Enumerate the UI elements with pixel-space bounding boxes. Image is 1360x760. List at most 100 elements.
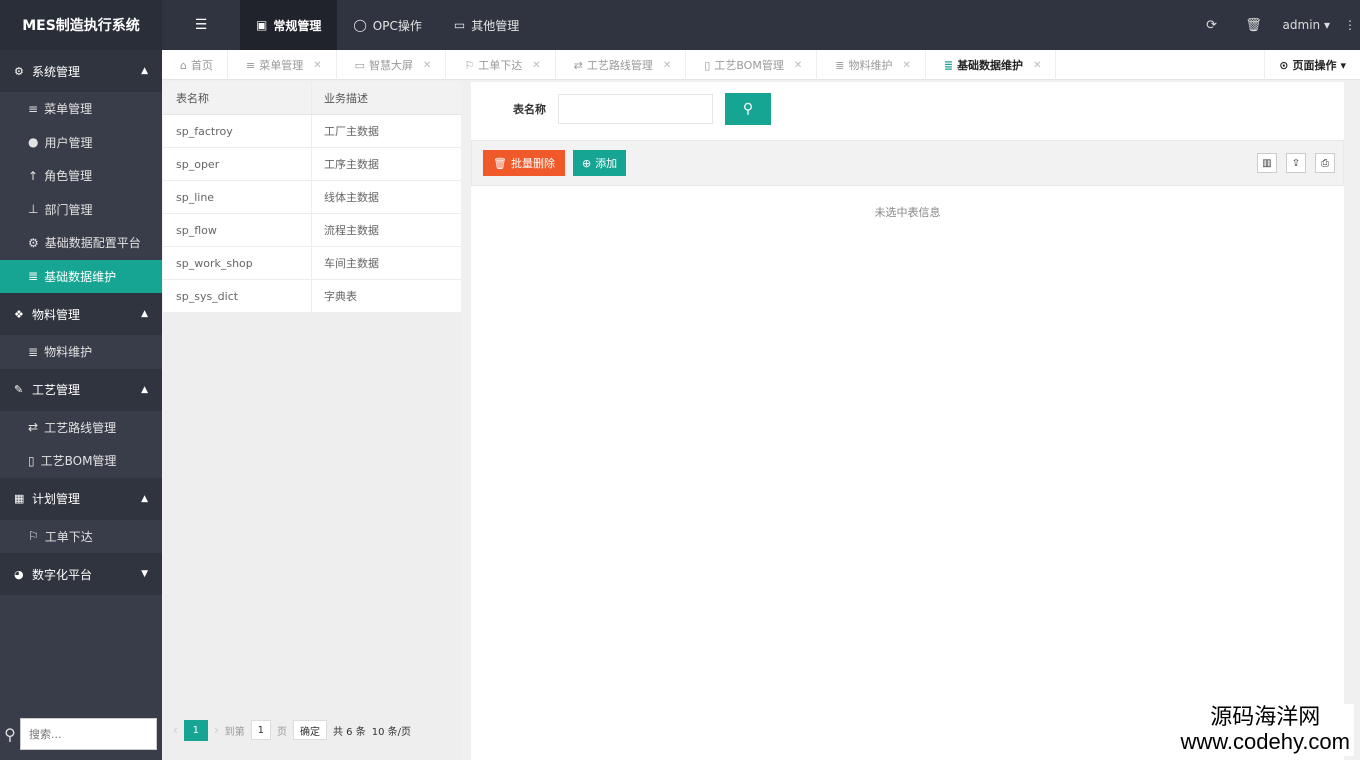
sidebar-search-input[interactable]: [20, 718, 157, 750]
topnav-opc[interactable]: ◯ OPC操作: [337, 0, 438, 50]
sidebar-group-system[interactable]: ⚙ 系统管理 ▲: [0, 50, 162, 92]
pie-chart-icon: ◕: [14, 567, 24, 581]
page-size-select[interactable]: 10 条/页: [372, 723, 411, 738]
pagination: ‹ 1 › 到第 1 页 确定 共 6 条 10 条/页: [163, 718, 461, 742]
menu-toggle-icon[interactable]: ☰: [162, 0, 240, 50]
tab-process-route[interactable]: ⇄ 工艺路线管理 ✕: [556, 50, 687, 80]
circle-icon: ◯: [353, 18, 367, 32]
tab-work-order[interactable]: ⚐ 工单下达 ✕: [446, 50, 556, 80]
tab-base-data[interactable]: ≣ 基础数据维护 ✕: [926, 50, 1057, 80]
more-vertical-icon[interactable]: ⋮: [1340, 18, 1360, 32]
watermark: 源码海洋网 www.codehy.com: [1176, 703, 1354, 756]
sidebar-item-menu[interactable]: ≡ 菜单管理: [0, 92, 162, 126]
close-icon[interactable]: ✕: [663, 60, 671, 71]
sidebar-group-material[interactable]: ❖ 物料管理 ▲: [0, 293, 162, 335]
cell-table-name: sp_line: [163, 181, 312, 213]
close-icon[interactable]: ✕: [794, 60, 802, 71]
group-label: 计划管理: [32, 492, 81, 506]
sidebar-item-label: 角色管理: [44, 169, 93, 184]
current-page[interactable]: 1: [183, 719, 208, 741]
database-icon: ≣: [835, 58, 845, 72]
goto-confirm-button[interactable]: 确定: [293, 720, 327, 740]
tab-home[interactable]: ⌂ 首页: [162, 50, 228, 80]
table-row[interactable]: sp_line 线体主数据: [163, 181, 461, 214]
tab-menu-management[interactable]: ≡ 菜单管理 ✕: [228, 50, 337, 80]
sidebar-item-process-bom[interactable]: ▯ 工艺BOM管理: [0, 444, 162, 478]
cell-table-name: sp_oper: [163, 148, 312, 180]
cell-description: 车间主数据: [324, 257, 379, 270]
table-row[interactable]: sp_oper 工序主数据: [163, 148, 461, 181]
goto-page-input[interactable]: 1: [250, 720, 271, 740]
flag-icon: ⚐: [464, 58, 475, 72]
plus-circle-icon: ⊕: [581, 156, 592, 170]
sidebar-item-base-config[interactable]: ⚙ 基础数据配置平台: [0, 226, 162, 260]
table-row[interactable]: sp_work_shop 车间主数据: [163, 247, 461, 280]
search-icon: ⚲: [4, 724, 16, 744]
refresh-icon[interactable]: ⟳: [1191, 18, 1233, 33]
sidebar: ⚙ 系统管理 ▲ ≡ 菜单管理 ● 用户管理 ↑ 角色管理 ⊥ 部门管理 ⚙ 基础数据配置…: [0, 50, 162, 760]
list-icon: ≡: [245, 58, 256, 72]
table-name-input[interactable]: [558, 94, 713, 124]
user-menu[interactable]: admin ▾: [1275, 18, 1340, 32]
close-icon[interactable]: ✕: [313, 60, 321, 71]
trash-icon[interactable]: 🗑: [1233, 18, 1275, 33]
search-icon: ⚲: [742, 101, 754, 117]
sidebar-item-material-maintain[interactable]: ≣ 物料维护: [0, 335, 162, 369]
sidebar-group-process[interactable]: ✎ 工艺管理 ▲: [0, 368, 162, 411]
close-icon[interactable]: ✕: [423, 60, 431, 71]
user-icon: ●: [28, 135, 39, 150]
topnav-other-management[interactable]: ▭ 其他管理: [438, 0, 535, 50]
table-toolbar: 🗑 批量删除 ⊕ 添加 ▥ ⇪ ⎙: [471, 140, 1344, 186]
prev-page-icon[interactable]: ‹: [173, 723, 178, 737]
sidebar-item-departments[interactable]: ⊥ 部门管理: [0, 193, 162, 227]
sidebar-search: ⚲: [0, 718, 162, 750]
home-icon: ⌂: [180, 58, 187, 72]
table-row[interactable]: sp_flow 流程主数据: [163, 214, 461, 247]
close-icon[interactable]: ✕: [1033, 60, 1041, 71]
list-icon: ≡: [28, 101, 39, 116]
sidebar-item-label: 部门管理: [44, 202, 93, 217]
file-icon: ▯: [704, 58, 711, 72]
sidebar-group-plan[interactable]: ▦ 计划管理 ▲: [0, 477, 162, 520]
document-icon: ▣: [256, 18, 268, 32]
tab-smart-screen[interactable]: ▭ 智慧大屏 ✕: [337, 50, 447, 80]
sidebar-item-users[interactable]: ● 用户管理: [0, 126, 162, 160]
add-button[interactable]: ⊕ 添加: [572, 150, 627, 176]
tabs-bar: ⌂ 首页 ≡ 菜单管理 ✕ ▭ 智慧大屏 ✕ ⚐ 工单下达 ✕ ⇄ 工艺路线管理 ✕ ▯ 工艺BOM…: [162, 50, 1360, 80]
export-icon[interactable]: ⇪: [1286, 153, 1306, 173]
total-count: 共 6 条: [333, 726, 366, 738]
sidebar-group-digital[interactable]: ◕ 数字化平台 ▼: [0, 553, 162, 595]
sidebar-item-label: 工艺BOM管理: [40, 454, 117, 469]
print-icon[interactable]: ⎙: [1315, 153, 1335, 173]
page-operations-dropdown[interactable]: ⊙ 页面操作 ▾: [1264, 50, 1360, 80]
tab-label: 工单下达: [478, 59, 523, 72]
topnav-regular-management[interactable]: ▣ 常规管理: [240, 0, 338, 50]
tab-label: 智慧大屏: [369, 59, 413, 72]
close-icon[interactable]: ✕: [902, 60, 910, 71]
caret-down-icon: ▾: [1340, 58, 1346, 72]
cell-description: 字典表: [324, 290, 357, 303]
cell-table-name: sp_flow: [163, 214, 312, 246]
batch-delete-button[interactable]: 🗑 批量删除: [483, 150, 565, 176]
next-page-icon[interactable]: ›: [214, 723, 219, 737]
retweet-icon: ⇄: [28, 420, 39, 435]
search-button[interactable]: ⚲: [725, 93, 771, 125]
group-label: 工艺管理: [32, 383, 81, 397]
sidebar-item-process-route[interactable]: ⇄ 工艺路线管理: [0, 411, 162, 445]
target-icon: ⊙: [1279, 58, 1289, 72]
columns-icon[interactable]: ▥: [1257, 153, 1277, 173]
sidebar-item-work-order[interactable]: ⚐ 工单下达: [0, 520, 162, 554]
tab-process-bom[interactable]: ▯ 工艺BOM管理 ✕: [686, 50, 818, 80]
tab-label: 工艺BOM管理: [714, 59, 784, 72]
sidebar-item-base-data[interactable]: ≣ 基础数据维护: [0, 259, 162, 293]
sidebar-item-roles[interactable]: ↑ 角色管理: [0, 159, 162, 193]
table-row[interactable]: sp_factroy 工厂主数据: [163, 115, 461, 148]
cubes-icon: ❖: [14, 307, 24, 321]
watermark-line2: www.codehy.com: [1180, 728, 1350, 754]
table-header: 表名称 业务描述: [163, 82, 461, 115]
header-description: 业务描述: [324, 92, 368, 105]
close-icon[interactable]: ✕: [532, 60, 540, 71]
table-row[interactable]: sp_sys_dict 字典表: [163, 280, 461, 313]
cell-description: 工厂主数据: [324, 125, 379, 138]
tab-material-maintain[interactable]: ≣ 物料维护 ✕: [817, 50, 926, 80]
